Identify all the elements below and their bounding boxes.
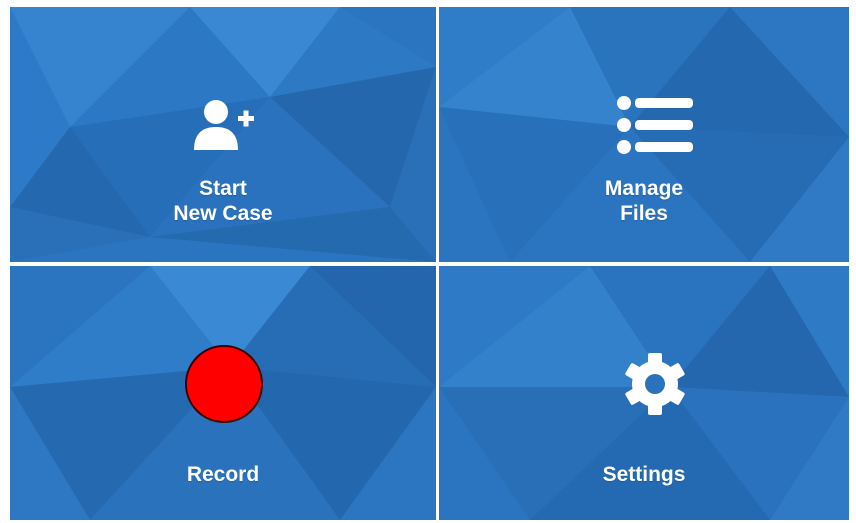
manage-files-button[interactable]: Manage Files bbox=[439, 7, 849, 262]
manage-files-label: Manage Files bbox=[604, 177, 684, 225]
home-screen: Start New Case Manage Files Record Setti… bbox=[10, 7, 849, 520]
record-button[interactable]: Record bbox=[10, 266, 436, 520]
add-user-icon bbox=[194, 100, 254, 150]
start-new-case-label: Start New Case bbox=[173, 177, 273, 225]
settings-button[interactable]: Settings bbox=[439, 266, 849, 520]
list-icon bbox=[617, 96, 693, 154]
record-label: Record bbox=[186, 463, 260, 486]
start-new-case-button[interactable]: Start New Case bbox=[10, 7, 436, 262]
record-icon bbox=[185, 345, 263, 423]
settings-label: Settings bbox=[602, 463, 686, 486]
menu-grid: Start New Case Manage Files Record Setti… bbox=[10, 7, 849, 520]
gear-icon bbox=[625, 353, 685, 415]
